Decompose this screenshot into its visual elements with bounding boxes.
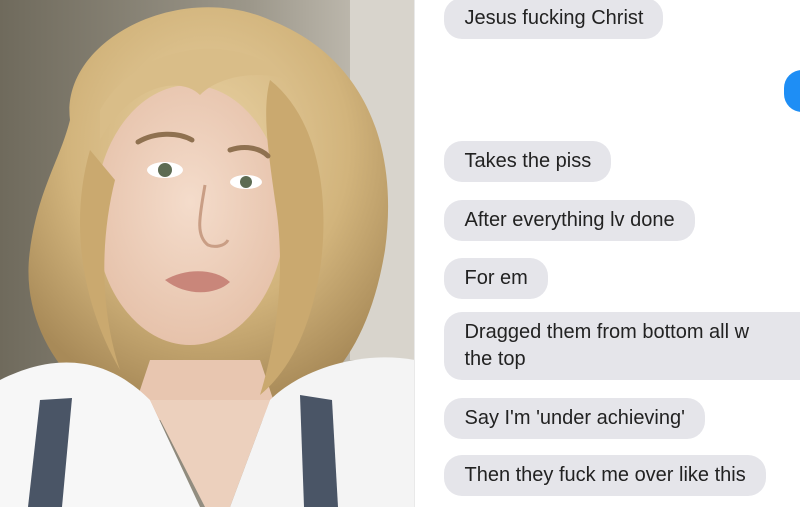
screenshot-composite: Jesus fucking Christ Takes the piss Afte… <box>0 0 800 507</box>
message-bubble[interactable]: Takes the piss <box>444 141 612 182</box>
sent-message-bubble[interactable] <box>784 70 800 112</box>
portrait-photo <box>0 0 415 507</box>
message-thread[interactable]: Jesus fucking Christ Takes the piss Afte… <box>414 0 800 507</box>
message-bubble[interactable]: Jesus fucking Christ <box>444 0 664 39</box>
message-bubble[interactable]: Say I'm 'under achieving' <box>444 398 705 439</box>
message-line: Dragged them from bottom all w <box>464 321 750 343</box>
message-line: the top <box>464 348 526 370</box>
message-bubble[interactable]: For em <box>444 258 548 299</box>
message-bubble-multiline[interactable]: Dragged them from bottom all w the top <box>444 312 800 380</box>
message-bubble[interactable]: Then they fuck me over like this <box>444 455 766 496</box>
message-bubble[interactable]: After everything lv done <box>444 200 695 241</box>
portrait-illustration <box>0 0 415 507</box>
